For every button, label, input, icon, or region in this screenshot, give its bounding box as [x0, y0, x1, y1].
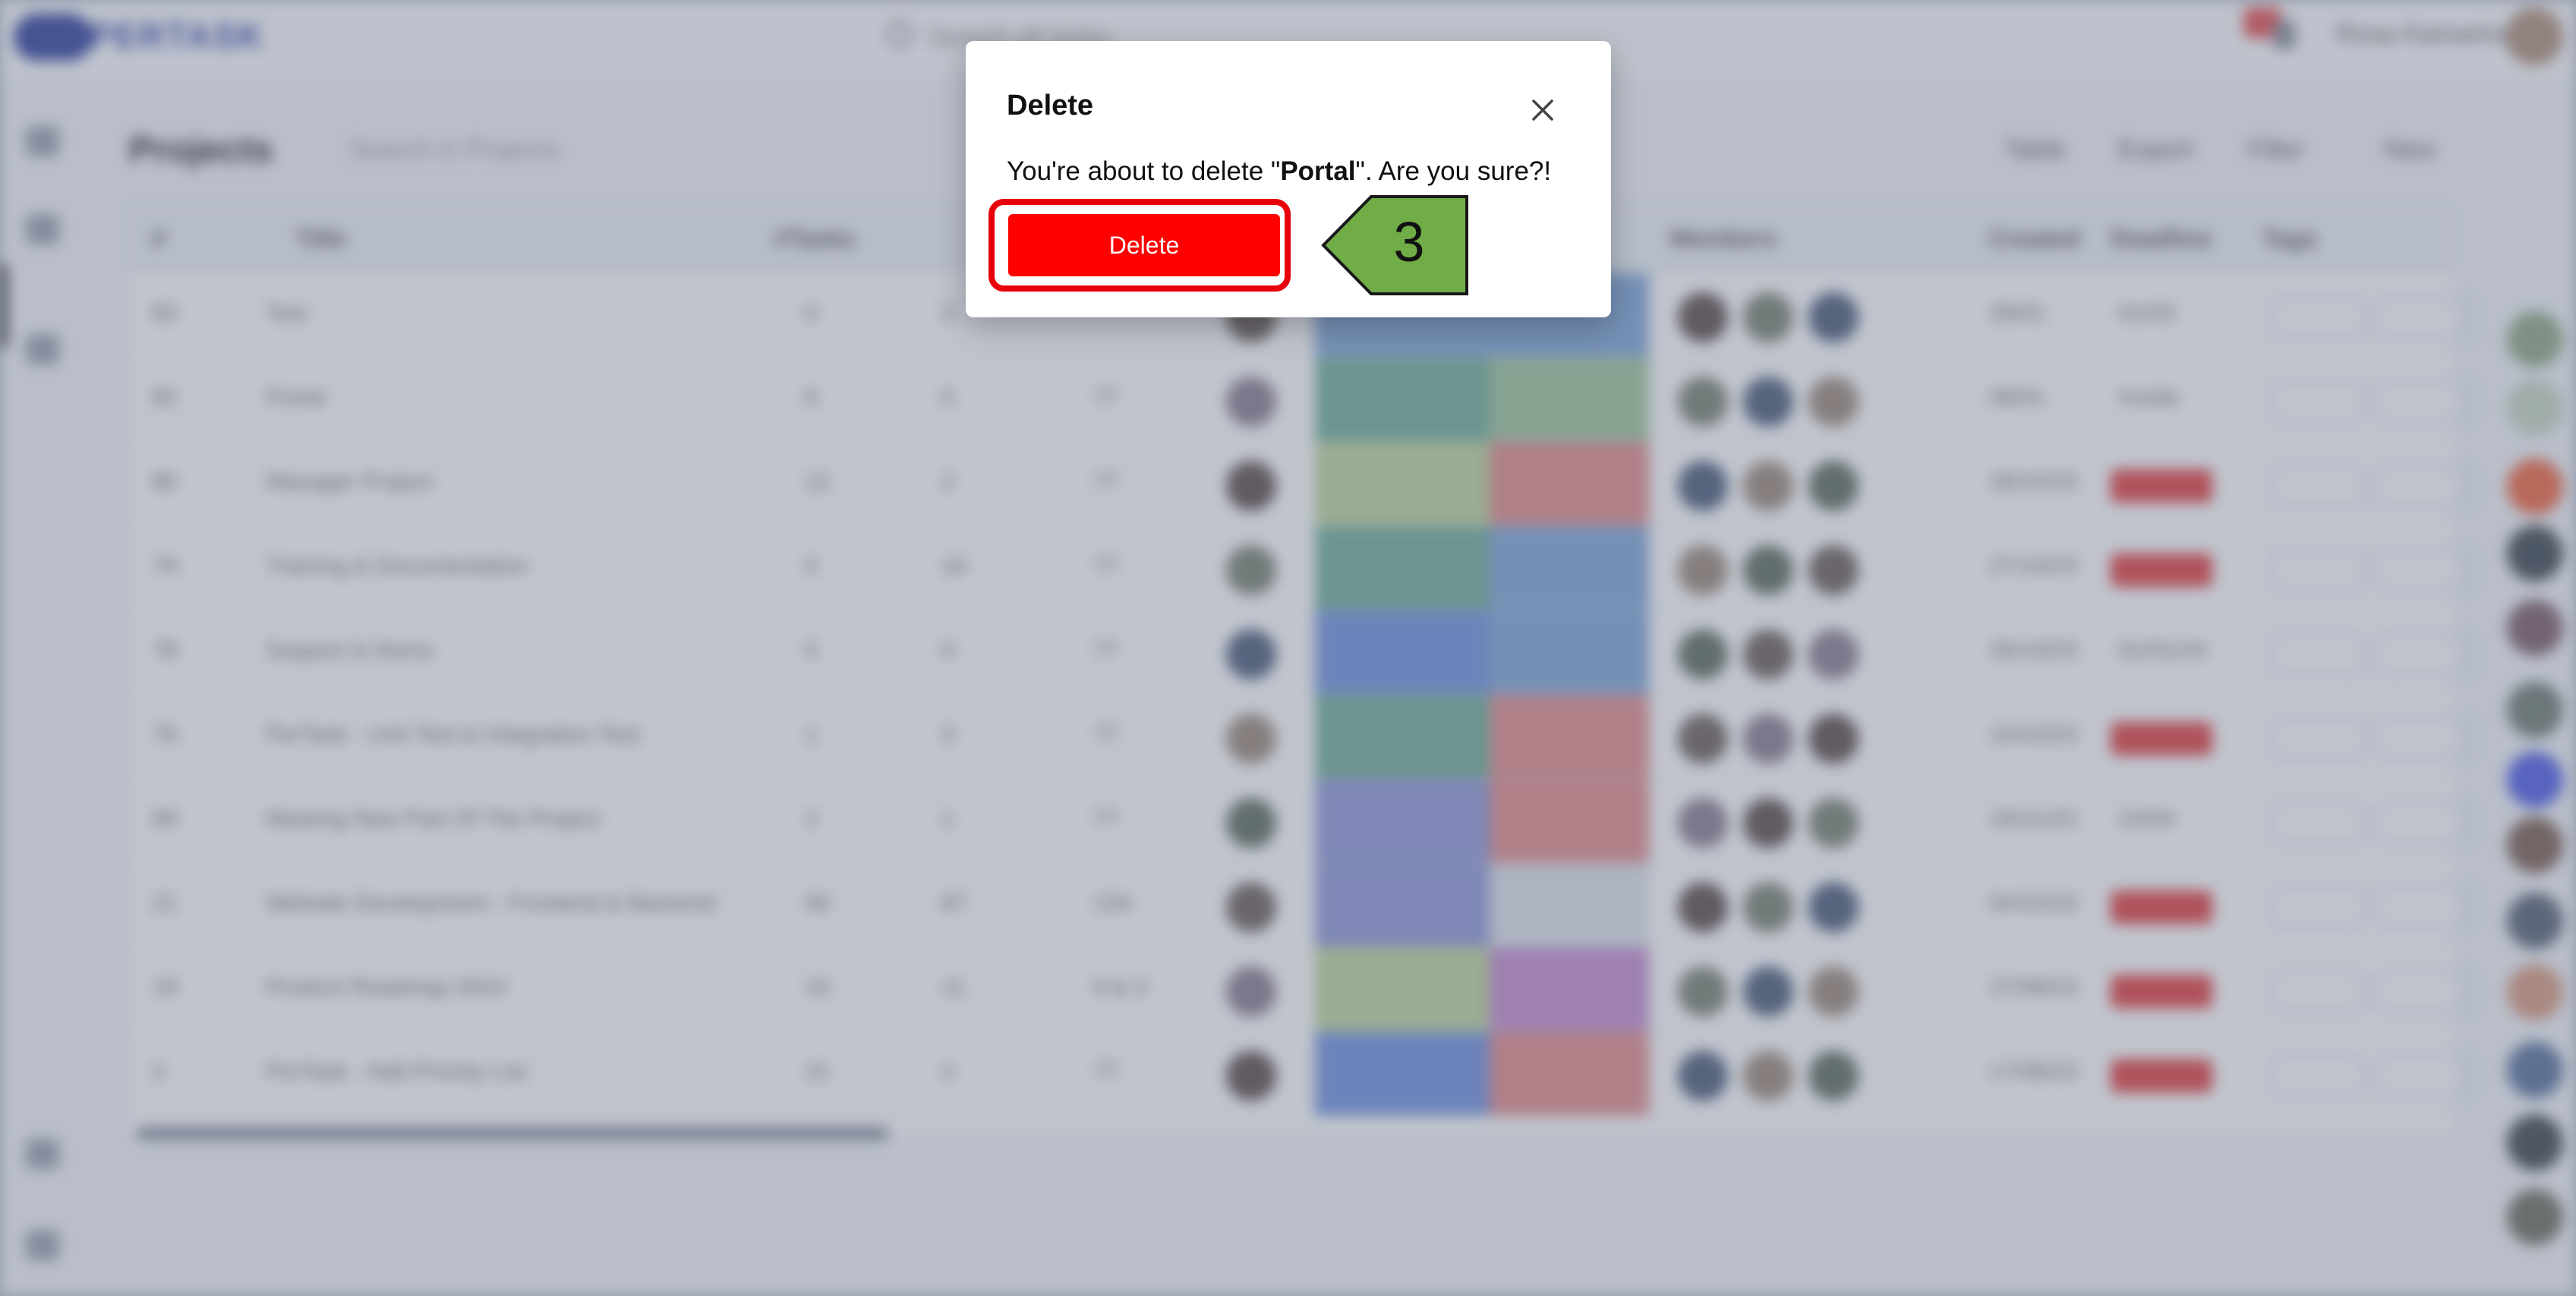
dialog-message-prefix: You're about to delete " — [1007, 156, 1281, 186]
dialog-item-name: Portal — [1280, 156, 1356, 186]
close-icon[interactable] — [1524, 91, 1562, 129]
step-number: 3 — [1393, 210, 1424, 273]
dialog-message: You're about to delete "Portal". Are you… — [1007, 156, 1551, 187]
dialog-title: Delete — [1007, 90, 1094, 121]
highlight-ring — [988, 199, 1291, 292]
dialog-message-suffix: ". Are you sure?! — [1355, 156, 1552, 186]
step-arrow-callout: 3 — [1321, 195, 1468, 295]
